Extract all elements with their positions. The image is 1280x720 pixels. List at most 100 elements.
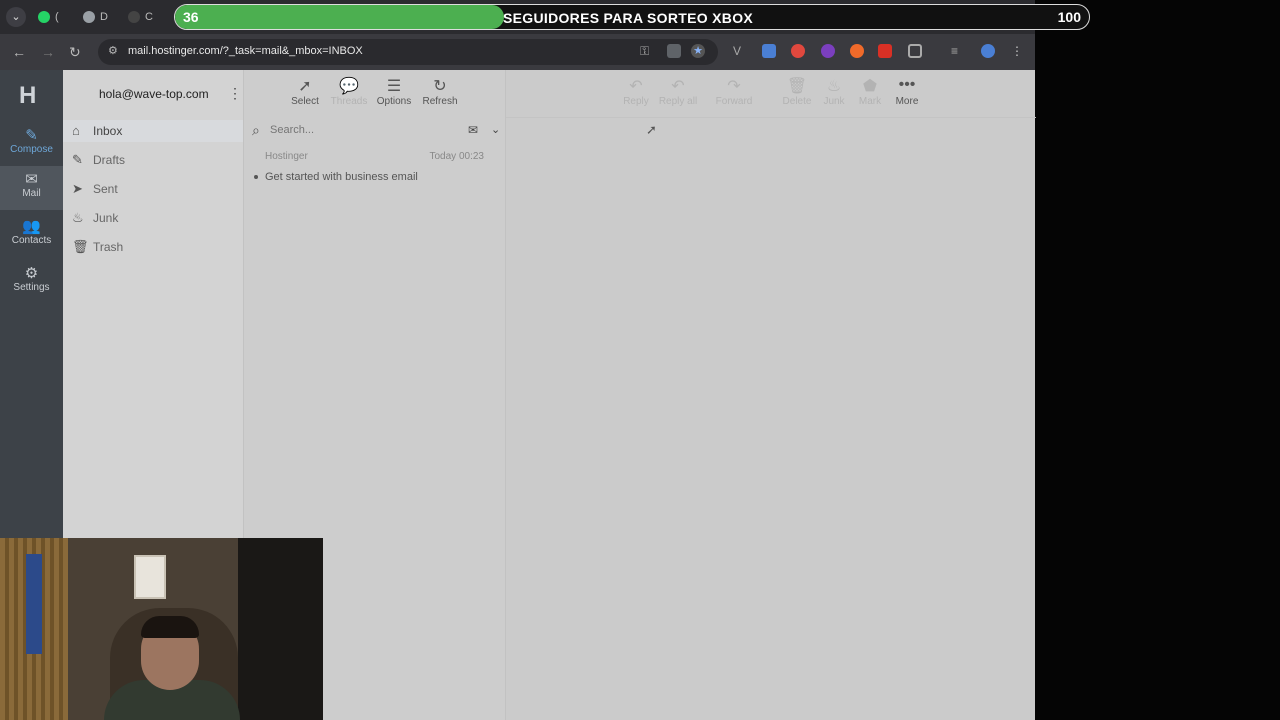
contacts-icon: 👥 xyxy=(22,218,41,235)
translate-ext-icon[interactable] xyxy=(762,44,776,58)
tab-search-dropdown[interactable]: ⌄ xyxy=(6,7,26,27)
select-button[interactable]: ➚ Select xyxy=(289,76,321,107)
bookmark-star-icon[interactable]: ★ xyxy=(691,44,705,58)
message-date: Today 00:23 xyxy=(429,151,485,162)
threads-icon: 💬 xyxy=(339,78,359,95)
threads-label: Threads xyxy=(330,96,368,107)
refresh-label: Refresh xyxy=(422,96,458,107)
goal-progress-fill xyxy=(175,5,505,29)
refresh-button[interactable]: ↻ Refresh xyxy=(420,76,460,107)
browser-menu-icon[interactable]: ⋮ xyxy=(1011,44,1025,58)
list-item[interactable]: Hostinger Today 00:23 Get started with b… xyxy=(252,150,492,190)
sliders-icon: ☰ xyxy=(386,78,402,95)
url-text: mail.hostinger.com/?_task=mail&_mbox=INB… xyxy=(128,45,363,57)
reply-all-button[interactable]: ↶ Reply all xyxy=(656,76,700,107)
person-hair xyxy=(141,616,199,638)
v-extension-icon[interactable]: V xyxy=(733,44,747,58)
reading-pane: ↶ Reply ↶ Reply all ↷ Forward 🗑 Delete ♨ xyxy=(505,70,1036,720)
badge-ext-icon[interactable] xyxy=(821,44,835,58)
flag xyxy=(26,554,42,654)
browser-tab-whatsapp[interactable]: ( xyxy=(38,7,59,27)
goal-current: 36 xyxy=(183,9,199,25)
junk-button[interactable]: ♨ Junk xyxy=(819,76,849,107)
webcam-overlay xyxy=(0,538,323,720)
back-arrow-icon[interactable]: ← xyxy=(12,44,26,60)
password-key-icon[interactable]: ⚿ xyxy=(640,44,654,58)
folder-junk[interactable]: ♨ Junk xyxy=(63,207,243,229)
inbox-icon: ⌂ xyxy=(72,123,80,138)
reply-button[interactable]: ↶ Reply xyxy=(618,76,654,107)
chevron-down-icon[interactable]: ⌄ xyxy=(491,123,500,136)
folder-label: Trash xyxy=(93,240,124,254)
cursor-icon: ➚ xyxy=(298,78,312,95)
message-sender: Hostinger xyxy=(265,151,308,162)
tab-label: ( xyxy=(55,11,59,23)
forward-arrow-icon[interactable]: → xyxy=(41,44,55,60)
search-icon: ⌕ xyxy=(252,122,260,138)
forward-button[interactable]: ↷ Forward xyxy=(712,76,756,107)
message-subject: Get started with business email xyxy=(265,171,418,183)
translate-icon[interactable] xyxy=(667,44,681,58)
screen: ⌄ ( D C Ir ✕ M Ir + — ☐ ✕ ← → ↻ ⚙ xyxy=(0,0,1280,720)
folder-label: Sent xyxy=(93,182,118,196)
black-background xyxy=(1035,0,1280,720)
mail-button[interactable]: ✉ Mail xyxy=(0,166,63,210)
folder-inbox[interactable]: ⌂ Inbox xyxy=(63,120,243,142)
fire-ext-icon[interactable] xyxy=(850,44,864,58)
folder-drafts[interactable]: ✎ Drafts xyxy=(63,149,243,171)
delete-button[interactable]: 🗑 Delete xyxy=(779,76,815,107)
browser-tab-2[interactable]: D xyxy=(83,7,108,27)
trash-icon: 🗑 xyxy=(72,239,89,254)
compose-label: Compose xyxy=(10,144,53,155)
site-favicon-icon xyxy=(83,11,95,23)
follower-goal-bar: 36 SEGUIDORES PARA SORTEO XBOX 100 xyxy=(174,4,1090,30)
hostinger-logo-icon[interactable]: H xyxy=(19,82,43,109)
reload-icon[interactable]: ↻ xyxy=(69,44,81,61)
folder-label: Drafts xyxy=(93,153,126,167)
delete-label: Delete xyxy=(782,96,812,107)
more-dots-icon: ••• xyxy=(898,76,916,93)
paper-plane-icon: ➤ xyxy=(72,181,83,196)
tab-label: D xyxy=(100,11,108,23)
settings-button[interactable]: ⚙ Settings xyxy=(0,260,63,304)
threads-button[interactable]: 💬 Threads xyxy=(329,76,369,107)
message-toolbar: ↶ Reply ↶ Reply all ↷ Forward 🗑 Delete ♨ xyxy=(506,70,1036,118)
reply-all-label: Reply all xyxy=(658,96,698,107)
search-bar: ⌕ ✉ ⌄ xyxy=(250,122,500,142)
options-button[interactable]: ☰ Options xyxy=(374,76,414,107)
refresh-icon: ↻ xyxy=(433,78,447,95)
settings-label: Settings xyxy=(13,282,50,293)
fire-icon: ♨ xyxy=(826,78,842,95)
contacts-button[interactable]: 👥 Contacts xyxy=(0,213,63,257)
contacts-label: Contacts xyxy=(11,235,52,246)
whatsapp-icon xyxy=(38,11,50,23)
folder-trash[interactable]: 🗑 Trash xyxy=(63,236,243,258)
new-ext-icon[interactable] xyxy=(878,44,892,58)
fire-icon: ♨ xyxy=(72,210,84,225)
address-bar[interactable]: ⚙ mail.hostinger.com/?_task=mail&_mbox=I… xyxy=(98,39,718,65)
more-button[interactable]: ••• More xyxy=(890,76,924,107)
options-label: Options xyxy=(376,96,412,107)
reply-label: Reply xyxy=(623,96,649,107)
profile-avatar-icon[interactable] xyxy=(981,44,995,58)
trash-icon: 🗑 xyxy=(786,78,808,95)
envelope-icon[interactable]: ✉ xyxy=(468,123,478,137)
reply-icon: ↶ xyxy=(629,78,643,95)
folder-label: Inbox xyxy=(93,124,123,138)
browser-tab-3[interactable]: C xyxy=(128,7,153,27)
search-input[interactable] xyxy=(270,124,460,136)
media-icon[interactable]: ≡ xyxy=(951,44,965,58)
shield-ext-icon[interactable] xyxy=(791,44,805,58)
select-label: Select xyxy=(291,96,319,107)
account-menu-icon[interactable]: ⋮ xyxy=(228,85,242,102)
mark-button[interactable]: ⬟ Mark xyxy=(855,76,885,107)
more-label: More xyxy=(895,96,919,107)
account-email: hola@wave-top.com xyxy=(99,87,209,101)
site-info-icon[interactable]: ⚙ xyxy=(108,44,118,57)
site-favicon-icon xyxy=(128,11,140,23)
puzzle-icon[interactable] xyxy=(908,44,922,58)
compose-button[interactable]: ✎ Compose xyxy=(0,122,63,166)
folder-sent[interactable]: ➤ Sent xyxy=(63,178,243,200)
reply-all-icon: ↶ xyxy=(671,78,685,95)
forward-label: Forward xyxy=(715,96,753,107)
